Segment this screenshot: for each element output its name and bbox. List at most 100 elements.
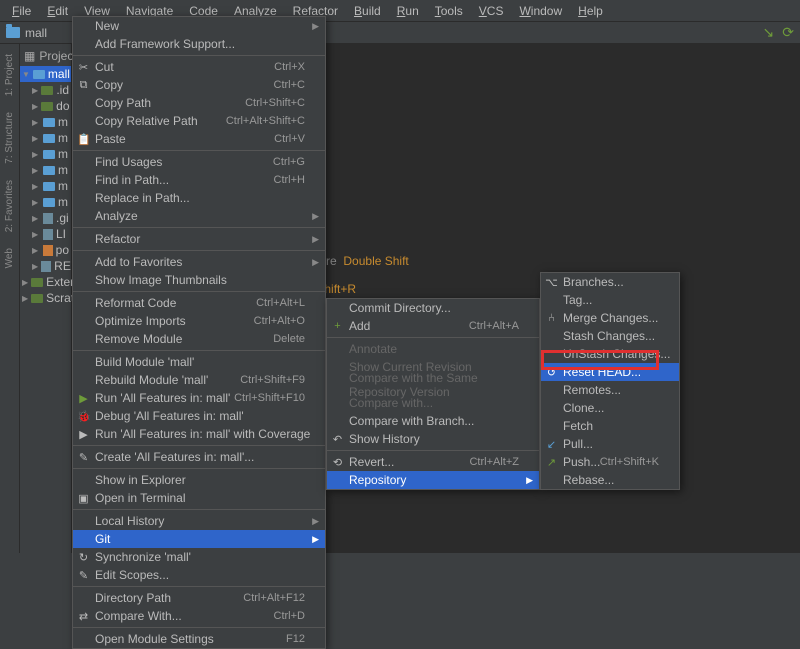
menu-item[interactable]: Optimize ImportsCtrl+Alt+O: [73, 312, 325, 330]
context-menu-repository[interactable]: ⌥Branches...Tag...⑃Merge Changes...Stash…: [540, 272, 680, 490]
tree-row[interactable]: ▶m: [20, 146, 71, 162]
menu-item[interactable]: Show in Explorer: [73, 471, 325, 489]
tree-row[interactable]: ▶.gi: [20, 210, 71, 226]
menu-item[interactable]: +AddCtrl+Alt+A: [327, 317, 539, 335]
menu-item[interactable]: ✎Create 'All Features in: mall'...: [73, 448, 325, 466]
tool-tab[interactable]: 7: Structure: [2, 106, 17, 170]
tree-label: .gi: [56, 211, 69, 225]
menu-run[interactable]: Run: [389, 2, 427, 20]
tree-row[interactable]: ▶Scrat: [20, 290, 71, 306]
menu-item: Compare with the Same Repository Version: [327, 376, 539, 394]
menu-item[interactable]: Find UsagesCtrl+G: [73, 153, 325, 171]
run-icon[interactable]: ⟳: [782, 24, 794, 41]
menu-item[interactable]: Git▶: [73, 530, 325, 548]
folder-blue-icon: [43, 134, 55, 143]
menu-vcs[interactable]: VCS: [471, 2, 512, 20]
menu-item[interactable]: Commit Directory...: [327, 299, 539, 317]
menu-item[interactable]: Local History▶: [73, 512, 325, 530]
menu-item[interactable]: Refactor▶: [73, 230, 325, 248]
menu-item[interactable]: Copy Relative PathCtrl+Alt+Shift+C: [73, 112, 325, 130]
menu-item[interactable]: ⧉CopyCtrl+C: [73, 76, 325, 94]
tool-tab[interactable]: 2: Favorites: [2, 174, 17, 238]
tree-row[interactable]: ▶m: [20, 130, 71, 146]
menu-item[interactable]: Add to Favorites▶: [73, 253, 325, 271]
menu-item[interactable]: ↶Show History: [327, 430, 539, 448]
menu-label: Add Framework Support...: [95, 37, 235, 51]
menu-help[interactable]: Help: [570, 2, 611, 20]
menu-item[interactable]: Remove ModuleDelete: [73, 330, 325, 348]
menu-file[interactable]: File: [4, 2, 39, 20]
tree-row[interactable]: ▶RE: [20, 258, 71, 274]
menu-item[interactable]: ▶Run 'All Features in: mall' with Covera…: [73, 425, 325, 443]
breadcrumb-item[interactable]: mall: [25, 26, 47, 40]
menu-label: Clone...: [563, 401, 604, 415]
menu-item[interactable]: Rebase...: [541, 471, 679, 489]
menu-label: Add: [349, 319, 370, 333]
menu-item[interactable]: Repository▶: [327, 471, 539, 489]
menu-item[interactable]: 📋PasteCtrl+V: [73, 130, 325, 148]
menu-item[interactable]: Directory PathCtrl+Alt+F12: [73, 589, 325, 607]
menu-item[interactable]: Fetch: [541, 417, 679, 435]
tree-row[interactable]: ▼mall: [20, 66, 71, 82]
menu-label: Push...: [563, 455, 600, 469]
tree-row[interactable]: ▶Exter: [20, 274, 71, 290]
menu-build[interactable]: Build: [346, 2, 389, 20]
menu-item[interactable]: ↗Push...Ctrl+Shift+K: [541, 453, 679, 471]
menu-icon: ✂: [77, 61, 90, 74]
menu-window[interactable]: Window: [511, 2, 570, 20]
menu-item[interactable]: ▶Run 'All Features in: mall'Ctrl+Shift+F…: [73, 389, 325, 407]
menu-item[interactable]: Find in Path...Ctrl+H: [73, 171, 325, 189]
menu-item[interactable]: ▣Open in Terminal: [73, 489, 325, 507]
menu-item[interactable]: ⇄Compare With...Ctrl+D: [73, 607, 325, 625]
menu-item[interactable]: ↺Reset HEAD...: [541, 363, 679, 381]
menu-label: Merge Changes...: [563, 311, 658, 325]
menu-edit[interactable]: Edit: [39, 2, 76, 20]
tree-row[interactable]: ▶do: [20, 98, 71, 114]
menu-item[interactable]: New▶: [73, 17, 325, 35]
menu-item[interactable]: Open Module SettingsF12: [73, 630, 325, 648]
menu-item[interactable]: Tag...: [541, 291, 679, 309]
tree-row[interactable]: ▶.id: [20, 82, 71, 98]
menu-item[interactable]: ✎Edit Scopes...: [73, 566, 325, 584]
menu-item[interactable]: Clone...: [541, 399, 679, 417]
tool-tab[interactable]: Web: [2, 242, 17, 274]
shortcut: Ctrl+V: [274, 133, 305, 145]
menu-label: Edit Scopes...: [95, 568, 169, 582]
menu-item[interactable]: UnStash Changes...: [541, 345, 679, 363]
tree-row[interactable]: ▶m: [20, 114, 71, 130]
tree-row[interactable]: ▶LI: [20, 226, 71, 242]
build-icon[interactable]: ↘: [763, 24, 775, 41]
menu-item[interactable]: Analyze▶: [73, 207, 325, 225]
tree-row[interactable]: ▶po: [20, 242, 71, 258]
menu-item[interactable]: ⑃Merge Changes...: [541, 309, 679, 327]
menu-item[interactable]: ↙Pull...: [541, 435, 679, 453]
menu-item[interactable]: Compare with Branch...: [327, 412, 539, 430]
tree-row[interactable]: ▶m: [20, 194, 71, 210]
menu-icon: ↗: [545, 456, 558, 469]
menu-item[interactable]: Copy PathCtrl+Shift+C: [73, 94, 325, 112]
tool-tab[interactable]: 1: Project: [2, 48, 17, 102]
tree-row[interactable]: ▶m: [20, 178, 71, 194]
menu-tools[interactable]: Tools: [427, 2, 471, 20]
folder-icon: [31, 294, 43, 303]
folder-blue-icon: [43, 166, 55, 175]
menu-item[interactable]: Show Image Thumbnails: [73, 271, 325, 289]
menu-item[interactable]: Build Module 'mall': [73, 353, 325, 371]
menu-item[interactable]: ⟲Revert...Ctrl+Alt+Z: [327, 453, 539, 471]
menu-item[interactable]: Reformat CodeCtrl+Alt+L: [73, 294, 325, 312]
menu-item[interactable]: Rebuild Module 'mall'Ctrl+Shift+F9: [73, 371, 325, 389]
menu-item[interactable]: Replace in Path...: [73, 189, 325, 207]
menu-icon: ⌥: [545, 276, 558, 289]
menu-icon: ✎: [77, 451, 90, 464]
context-menu-main[interactable]: New▶ Add Framework Support... ✂CutCtrl+X⧉C…: [72, 16, 326, 649]
menu-item[interactable]: Add Framework Support...: [73, 35, 325, 53]
menu-item[interactable]: Remotes...: [541, 381, 679, 399]
menu-item[interactable]: ⌥Branches...: [541, 273, 679, 291]
sidebar-title[interactable]: ▦ Project: [20, 46, 71, 66]
tree-row[interactable]: ▶m: [20, 162, 71, 178]
menu-item[interactable]: 🐞Debug 'All Features in: mall': [73, 407, 325, 425]
menu-item[interactable]: ↻Synchronize 'mall': [73, 548, 325, 566]
context-menu-git[interactable]: Commit Directory...+AddCtrl+Alt+AAnnotat…: [326, 298, 540, 490]
menu-item[interactable]: Stash Changes...: [541, 327, 679, 345]
menu-item[interactable]: ✂CutCtrl+X: [73, 58, 325, 76]
